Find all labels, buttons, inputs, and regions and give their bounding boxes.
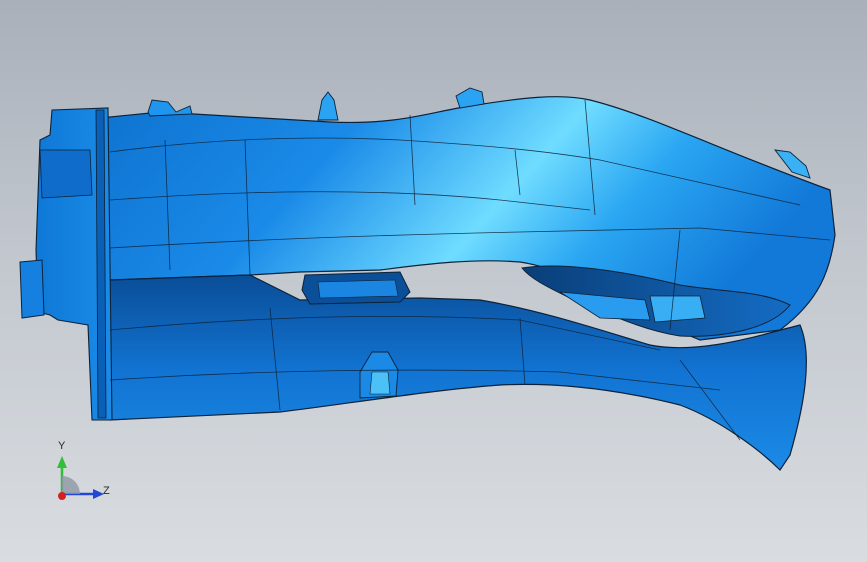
top-clip-2 bbox=[317, 91, 339, 121]
triad-axes bbox=[57, 456, 104, 500]
graphics-viewport[interactable]: Y Z bbox=[0, 0, 867, 562]
top-clip-3 bbox=[455, 87, 485, 109]
3d-model-duct[interactable] bbox=[0, 0, 867, 562]
y-axis-label: Y bbox=[58, 440, 66, 452]
z-axis-label: Z bbox=[103, 485, 110, 497]
orientation-triad: Y Z bbox=[40, 436, 130, 516]
top-clip-1 bbox=[147, 99, 193, 117]
